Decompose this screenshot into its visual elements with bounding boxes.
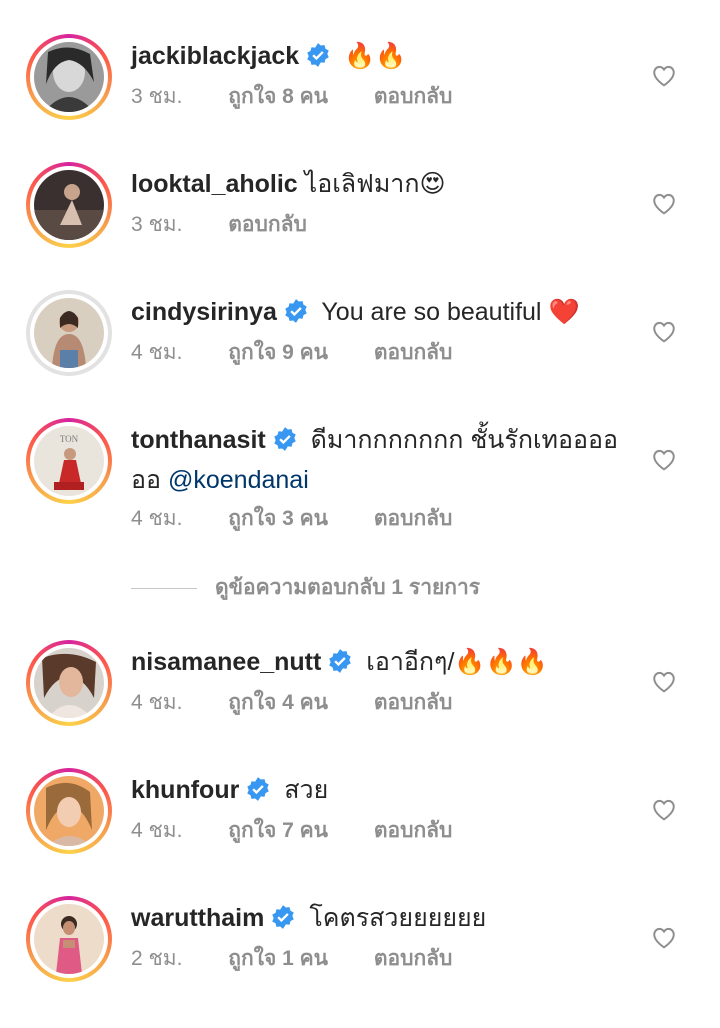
comment-text: โคตรสวยยยยยย — [309, 904, 487, 932]
comment-likes[interactable]: ถูกใจ 4 คน — [228, 688, 328, 718]
comment-time: 4 ชม. — [131, 507, 183, 530]
fire-emoji: 🔥🔥🔥 — [454, 648, 548, 676]
comment-body: looktal_aholic ไอเลิฟมาก😍 — [131, 164, 630, 204]
comment-meta: 4 ชม. ถูกใจ 7 คน ตอบกลับ — [131, 816, 492, 846]
avatar[interactable] — [26, 34, 112, 120]
comment-meta: 4 ชม. ถูกใจ 9 คน ตอบกลับ — [131, 338, 492, 368]
comment-body: tonthanasit ดีมากกกกกกก ชั้นรักเทออออออ … — [131, 420, 630, 500]
comment-meta: 4 ชม. ถูกใจ 3 คน ตอบกลับ — [131, 504, 492, 534]
verified-badge-icon — [270, 904, 296, 930]
avatar[interactable]: TON — [26, 418, 112, 504]
heart-outline-icon[interactable] — [651, 319, 677, 343]
verified-badge-icon — [272, 426, 298, 452]
comment-time: 3 ชม. — [131, 213, 183, 236]
comment-text: สวย — [284, 776, 329, 804]
reply-button[interactable]: ตอบกลับ — [374, 82, 453, 112]
comment-time: 2 ชม. — [131, 947, 183, 970]
comment-username[interactable]: jackiblackjack — [131, 42, 299, 70]
comment-username[interactable]: tonthanasit — [131, 426, 266, 454]
reply-button[interactable]: ตอบกลับ — [374, 338, 453, 368]
heart-outline-icon[interactable] — [651, 669, 677, 693]
avatar[interactable] — [26, 290, 112, 376]
reply-button[interactable]: ตอบกลับ — [228, 210, 307, 240]
comment-username[interactable]: warutthaim — [131, 904, 264, 932]
comment-text: ไอเลิฟมาก — [304, 170, 420, 198]
reply-button[interactable]: ตอบกลับ — [374, 944, 453, 974]
avatar[interactable] — [26, 162, 112, 248]
comment-body: khunfour สวย — [131, 770, 630, 810]
red-heart-emoji: ❤️ — [548, 298, 580, 326]
reply-button[interactable]: ตอบกลับ — [374, 816, 453, 846]
heart-outline-icon[interactable] — [651, 63, 677, 87]
comment-likes[interactable]: ถูกใจ 1 คน — [228, 944, 328, 974]
comment-likes[interactable]: ถูกใจ 7 คน — [228, 816, 328, 846]
comment-time: 4 ชม. — [131, 691, 183, 714]
heart-outline-icon[interactable] — [651, 447, 677, 471]
heart-eyes-emoji: 😍 — [419, 170, 446, 198]
verified-badge-icon — [283, 298, 309, 324]
comment-username[interactable]: nisamanee_nutt — [131, 648, 321, 676]
verified-badge-icon — [327, 648, 353, 674]
comment-text: เอาอีกๆ/ — [366, 648, 455, 676]
comment-meta: 3 ชม. ตอบกลับ — [131, 210, 347, 240]
verified-badge-icon — [305, 42, 331, 68]
heart-outline-icon[interactable] — [651, 797, 677, 821]
comment-meta: 2 ชม. ถูกใจ 1 คน ตอบกลับ — [131, 944, 492, 974]
comment-time: 4 ชม. — [131, 341, 183, 364]
comment-body: nisamanee_nutt เอาอีกๆ/🔥🔥🔥 — [131, 642, 630, 682]
heart-outline-icon[interactable] — [651, 191, 677, 215]
comment-body: warutthaim โคตรสวยยยยยย — [131, 898, 630, 938]
view-replies-label: ดูข้อความตอบกลับ 1 รายการ — [215, 576, 481, 599]
mention-link[interactable]: @koendanai — [168, 466, 309, 494]
comment-body: jackiblackjack 🔥🔥 — [131, 36, 630, 76]
heart-outline-icon[interactable] — [651, 925, 677, 949]
comment-text: You are so beautiful — [321, 298, 542, 326]
verified-badge-icon — [245, 776, 271, 802]
avatar[interactable] — [26, 768, 112, 854]
comment-list: jackiblackjack 🔥🔥 3 ชม. ถูกใจ 8 คน ตอบกล… — [0, 0, 720, 1028]
fire-emoji: 🔥🔥 — [344, 42, 407, 70]
comment-meta: 3 ชม. ถูกใจ 8 คน ตอบกลับ — [131, 82, 492, 112]
reply-button[interactable]: ตอบกลับ — [374, 504, 453, 534]
comment-body: cindysirinya You are so beautiful ❤️ — [131, 292, 630, 332]
comment-time: 4 ชม. — [131, 819, 183, 842]
avatar[interactable] — [26, 896, 112, 982]
view-replies-button[interactable]: ดูข้อความตอบกลับ 1 รายการ — [131, 573, 480, 603]
comment-username[interactable]: khunfour — [131, 776, 239, 804]
comment-likes[interactable]: ถูกใจ 3 คน — [228, 504, 328, 534]
svg-text:TON: TON — [60, 434, 79, 444]
comment-username[interactable]: cindysirinya — [131, 298, 277, 326]
comment-likes[interactable]: ถูกใจ 8 คน — [228, 82, 328, 112]
comment-time: 3 ชม. — [131, 85, 183, 108]
comment-username[interactable]: looktal_aholic — [131, 170, 298, 198]
avatar[interactable] — [26, 640, 112, 726]
comment-meta: 4 ชม. ถูกใจ 4 คน ตอบกลับ — [131, 688, 492, 718]
reply-button[interactable]: ตอบกลับ — [374, 688, 453, 718]
comment-likes[interactable]: ถูกใจ 9 คน — [228, 338, 328, 368]
divider — [131, 587, 197, 589]
